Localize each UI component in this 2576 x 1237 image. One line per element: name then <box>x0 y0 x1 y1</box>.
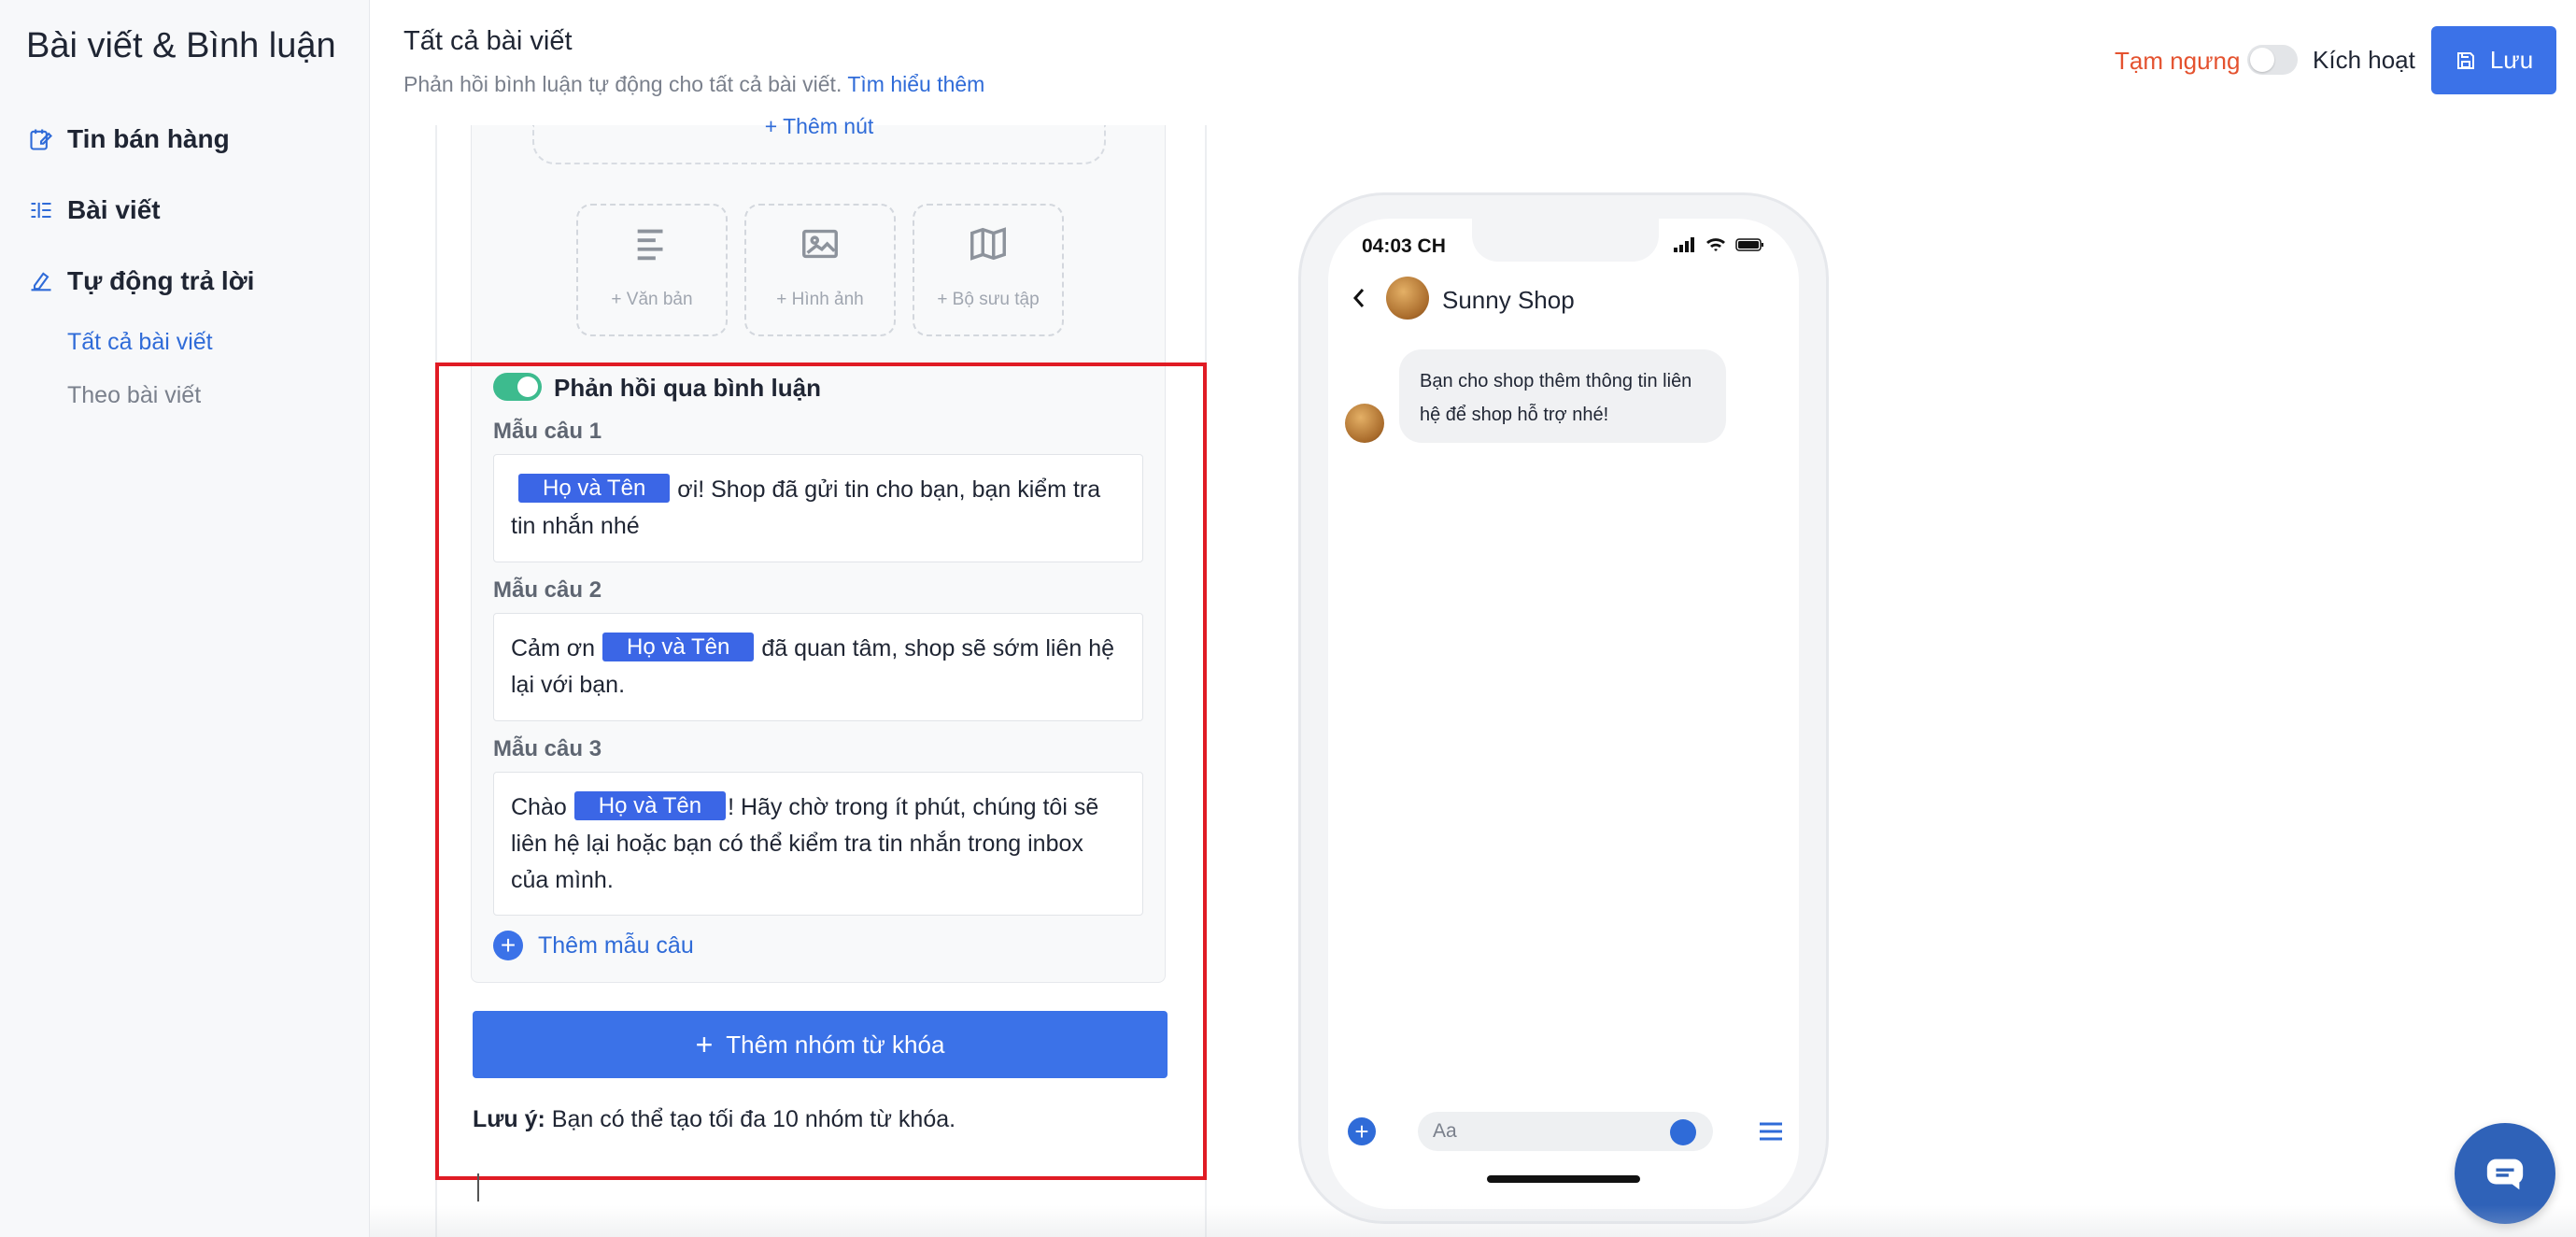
sidebar: Bài viết & Bình luận Tin bán hàng Bài vi… <box>0 0 370 1237</box>
support-chat-button[interactable] <box>2455 1123 2555 1224</box>
tile-label: + Văn bản <box>611 290 693 309</box>
sidebar-item-posts[interactable]: Bài viết <box>28 195 161 225</box>
note-label: Lưu ý: <box>473 1106 545 1132</box>
text-cursor <box>477 1173 479 1201</box>
add-button-box[interactable]: + Thêm nút <box>532 114 1106 164</box>
image-icon <box>802 229 838 259</box>
template-label: Mẫu câu 2 <box>493 577 602 603</box>
sidebar-item-label: Bài viết <box>67 195 161 224</box>
composer-input[interactable]: Aa <box>1418 1112 1713 1151</box>
wifi-icon <box>1706 238 1725 251</box>
add-template-label: Thêm mẫu câu <box>538 931 694 959</box>
sidebar-item-label: Tự động trả lời <box>67 266 255 295</box>
message-bubble: Bạn cho shop thêm thông tin liên hệ để s… <box>1399 349 1726 443</box>
add-keyword-group-label: Thêm nhóm từ khóa <box>726 1030 945 1059</box>
template-input-2[interactable]: Cảm ơn Họ và Tên đã quan tâm, shop sẽ sớm … <box>493 613 1143 721</box>
chat-icon <box>2486 1159 2524 1190</box>
text-icon <box>637 229 663 261</box>
add-keyword-group-button[interactable]: + Thêm nhóm từ khóa <box>473 1011 1168 1078</box>
save-icon <box>2456 51 2474 69</box>
sidebar-item-label: Tin bán hàng <box>67 124 230 153</box>
plus-circle-icon: + <box>493 931 523 960</box>
save-label: Lưu <box>2489 46 2534 74</box>
status-time: 04:03 CH <box>1362 235 1446 257</box>
save-button[interactable]: Lưu <box>2431 26 2556 94</box>
template-text-before: Cảm ơn <box>511 635 596 661</box>
template-label: Mẫu câu 1 <box>493 419 602 444</box>
list-icon <box>31 202 51 219</box>
reply-via-comment-toggle[interactable] <box>493 373 542 401</box>
note-text: Bạn có thể tạo tối đa 10 nhóm từ khóa. <box>551 1106 956 1132</box>
phone-notch <box>1472 219 1659 262</box>
auto-reply-icon <box>31 272 51 291</box>
name-variable-tag[interactable]: Họ và Tên <box>573 791 727 820</box>
activate-label: Kích hoạt <box>2313 46 2415 74</box>
add-gallery-tile[interactable]: + Bộ sưu tập <box>913 204 1064 336</box>
name-variable-tag[interactable]: Họ và Tên <box>602 633 755 661</box>
add-image-tile[interactable]: + Hình ảnh <box>744 204 896 336</box>
template-text-after: đã quan tâm, shop sẽ sớm liên hệ lại với… <box>511 635 1115 698</box>
composer-add-icon[interactable]: + <box>1348 1117 1376 1145</box>
plus-icon: + <box>695 1027 714 1061</box>
add-text-tile[interactable]: + Văn bản <box>576 204 728 336</box>
battery-icon <box>1735 238 1763 251</box>
add-template-button[interactable]: + Thêm mẫu câu <box>493 931 694 960</box>
page-subtitle: Phản hồi bình luận tự động cho tất cả bà… <box>403 72 984 97</box>
sidebar-subitem-all-posts[interactable]: Tất cả bài viết <box>67 329 213 356</box>
reply-via-comment-label: Phản hồi qua bình luận <box>554 374 821 402</box>
shop-avatar <box>1386 277 1429 320</box>
home-indicator <box>1487 1175 1640 1183</box>
activate-toggle[interactable] <box>2247 45 2298 75</box>
map-icon <box>970 227 1006 261</box>
template-text-before: Chào <box>511 794 567 820</box>
subtitle-text: Phản hồi bình luận tự động cho tất cả bà… <box>403 72 842 96</box>
sidebar-item-auto-reply[interactable]: Tự động trả lời <box>28 266 254 296</box>
template-label: Mẫu câu 3 <box>493 736 602 761</box>
pause-label: Tạm ngưng <box>2115 47 2241 75</box>
message-avatar <box>1345 404 1384 443</box>
sidebar-subitem-by-post[interactable]: Theo bài viết <box>67 382 201 409</box>
name-variable-tag[interactable]: Họ và Tên <box>518 474 671 503</box>
template-input-1[interactable]: Họ và Tên ơi! Shop đã gửi tin cho bạn, bạ… <box>493 454 1143 562</box>
template-input-3[interactable]: Chào Họ và Tên! Hãy chờ trong ít phút, ch… <box>493 772 1143 916</box>
add-button-label: + Thêm nút <box>764 114 874 138</box>
sidebar-title: Bài viết & Bình luận <box>26 26 336 65</box>
note: Lưu ý: Bạn có thể tạo tối đa 10 nhóm từ … <box>473 1106 955 1133</box>
menu-icon[interactable] <box>1758 1121 1784 1142</box>
learn-more-link[interactable]: Tìm hiểu thêm <box>847 72 984 96</box>
page-title: Tất cả bài viết <box>403 26 573 56</box>
edit-note-icon <box>30 129 52 150</box>
shop-name: Sunny Shop <box>1442 286 1575 314</box>
tile-label: + Hình ảnh <box>776 290 864 309</box>
signal-icon <box>1674 237 1694 252</box>
back-chevron-icon[interactable] <box>1349 284 1369 312</box>
sidebar-item-sales-posts[interactable]: Tin bán hàng <box>28 124 230 154</box>
tile-label: + Bộ sưu tập <box>937 290 1040 309</box>
emoji-icon[interactable] <box>1670 1119 1696 1145</box>
status-icons <box>1674 237 1765 252</box>
